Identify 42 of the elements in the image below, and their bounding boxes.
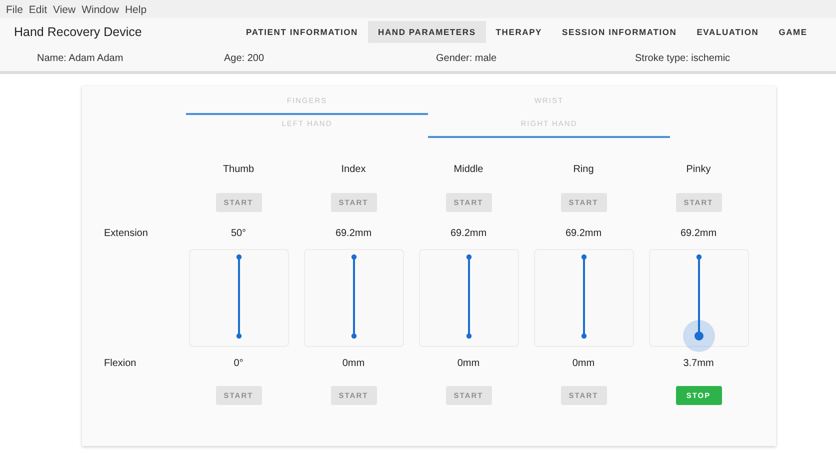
finger-name: Ring bbox=[573, 164, 594, 174]
patient-info: Name: Adam Adam bbox=[37, 53, 124, 64]
finger-name: Pinky bbox=[686, 164, 711, 174]
row-label: Extension bbox=[104, 228, 148, 238]
range-slider[interactable] bbox=[682, 254, 714, 352]
nav-tab[interactable]: HAND PARAMETERS bbox=[368, 21, 486, 43]
flexion-value: 0mm bbox=[572, 358, 595, 368]
nav-tab[interactable]: SESSION INFORMATION bbox=[552, 21, 687, 43]
flexion-value: 0° bbox=[234, 358, 244, 368]
slider-panel[interactable] bbox=[534, 249, 634, 347]
app-title: Hand Recovery Device bbox=[14, 25, 143, 39]
row-label: Flexion bbox=[104, 358, 136, 368]
extension-value: 69.2mm bbox=[335, 228, 372, 238]
patient-info: Age: 200 bbox=[224, 53, 266, 64]
menu-item[interactable]: Help bbox=[124, 4, 147, 18]
range-slider[interactable] bbox=[236, 254, 242, 339]
menu-item[interactable]: Window bbox=[82, 4, 119, 18]
slider-panel[interactable] bbox=[304, 249, 404, 347]
finger-name: Index bbox=[341, 164, 366, 174]
flexion-value: 3.7mm bbox=[683, 358, 714, 368]
flexion-value: 0mm bbox=[457, 358, 480, 368]
nav-tab[interactable]: EVALUATION bbox=[686, 21, 769, 43]
extension-value: 69.2mm bbox=[565, 228, 602, 238]
slider-panel[interactable] bbox=[188, 249, 288, 347]
extension-value: 69.2mm bbox=[680, 228, 717, 238]
slider-panel[interactable] bbox=[418, 249, 518, 347]
finger-name: Middle bbox=[454, 164, 484, 174]
patient-info: Gender: male bbox=[436, 53, 498, 64]
finger-name: Thumb bbox=[222, 164, 254, 174]
menu-item[interactable]: View bbox=[53, 4, 76, 18]
nav-tab[interactable]: GAME bbox=[768, 21, 818, 43]
extension-value: 69.2mm bbox=[450, 228, 487, 238]
flexion-value: 0mm bbox=[342, 358, 365, 368]
menu-item[interactable]: File bbox=[6, 4, 23, 18]
range-slider[interactable] bbox=[466, 254, 472, 339]
nav-tab[interactable]: THERAPY bbox=[486, 21, 552, 43]
range-slider[interactable] bbox=[580, 254, 586, 339]
nav-tab[interactable]: PATIENT INFORMATION bbox=[236, 21, 368, 43]
range-slider[interactable] bbox=[350, 254, 356, 339]
extension-value: 50° bbox=[230, 228, 246, 238]
menu-item[interactable]: Edit bbox=[28, 4, 48, 18]
patient-info: Stroke type: ischemic bbox=[635, 53, 730, 64]
